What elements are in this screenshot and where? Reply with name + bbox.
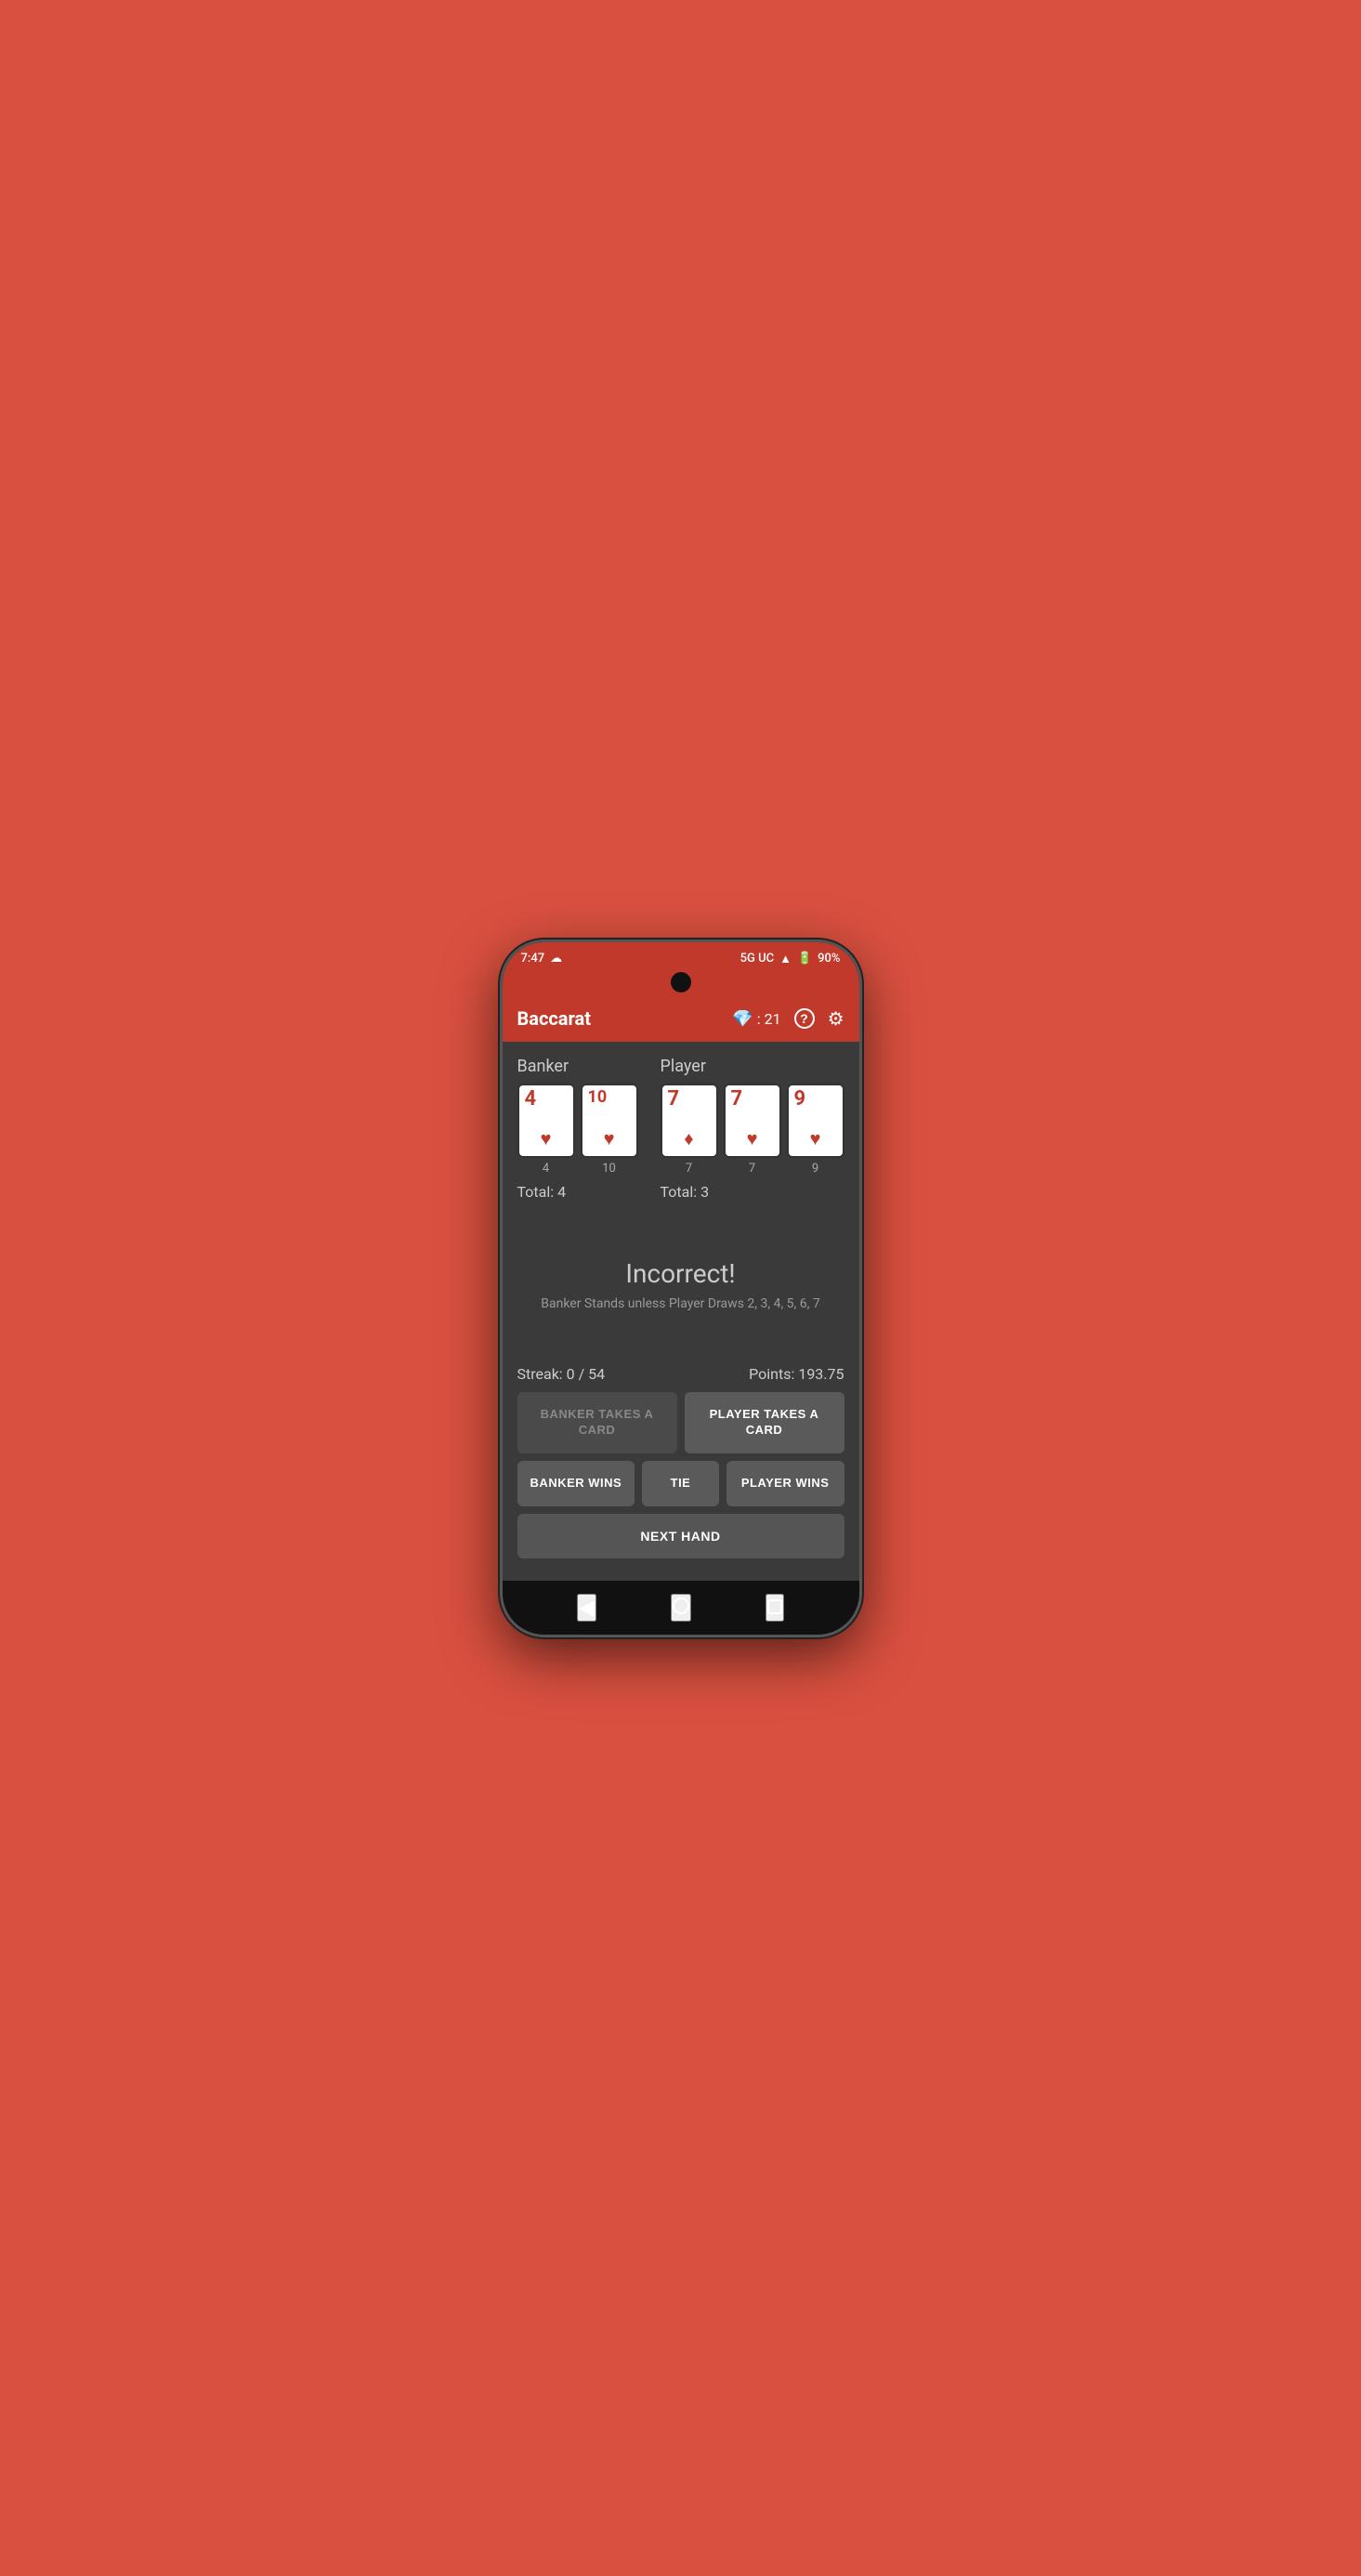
- camera-notch: [671, 972, 691, 992]
- app-bar: Baccarat 💎 : 21 ? ⚙: [503, 996, 859, 1042]
- player-num-1: 7: [724, 1162, 781, 1176]
- banker-cards-row: 4 ♥ 10 ♥: [517, 1084, 642, 1158]
- banker-wins-button[interactable]: BANKER WINS: [517, 1461, 635, 1506]
- player-card-0-value: 7: [668, 1089, 680, 1110]
- banker-card-1-suit: ♥: [604, 1127, 615, 1150]
- result-title: Incorrect!: [625, 1258, 735, 1289]
- streak-stat: Streak: 0 / 54: [517, 1365, 606, 1383]
- player-hand: Player 7 ♦ 7 ♥ 9 ♥: [661, 1057, 844, 1201]
- action-buttons-row2: BANKER WINS TIE PLAYER WINS: [517, 1461, 844, 1506]
- player-card-0: 7 ♦: [661, 1084, 718, 1158]
- notch-area: [503, 972, 859, 996]
- gem-value: 21: [765, 1010, 781, 1028]
- gear-icon: ⚙: [828, 1007, 844, 1031]
- player-card-1: 7 ♥: [724, 1084, 781, 1158]
- stats-row: Streak: 0 / 54 Points: 193.75: [517, 1354, 844, 1392]
- status-right: 5G UC ▲ 🔋 90%: [740, 952, 841, 966]
- app-bar-actions: 💎 : 21 ? ⚙: [732, 1007, 844, 1031]
- app-title: Baccarat: [517, 1007, 733, 1030]
- banker-hand: Banker 4 ♥ 10 ♥ 4 10: [517, 1057, 642, 1201]
- nav-bar: ◀: [503, 1581, 859, 1635]
- banker-label: Banker: [517, 1057, 642, 1076]
- banker-total: Total: 4: [517, 1183, 642, 1201]
- tie-label: TIE: [671, 1476, 691, 1490]
- status-time: 7:47: [521, 952, 545, 966]
- status-left: 7:47 ☁: [521, 952, 563, 966]
- status-bar: 7:47 ☁ 5G UC ▲ 🔋 90%: [503, 942, 859, 972]
- help-icon: ?: [794, 1008, 815, 1029]
- battery-level: 90%: [818, 952, 840, 966]
- player-card-2: 9 ♥: [787, 1084, 844, 1158]
- help-button[interactable]: ?: [794, 1008, 815, 1029]
- main-content: Banker 4 ♥ 10 ♥ 4 10: [503, 1042, 859, 1581]
- banker-num-1: 10: [581, 1162, 638, 1176]
- recent-icon: [767, 1599, 782, 1614]
- player-card-2-value: 9: [794, 1089, 806, 1110]
- cards-area: Banker 4 ♥ 10 ♥ 4 10: [517, 1057, 844, 1201]
- action-buttons-row1: BANKER TAKES A CARD PLAYER TAKES A CARD: [517, 1392, 844, 1453]
- result-area: Incorrect! Banker Stands unless Player D…: [517, 1216, 844, 1354]
- player-wins-button[interactable]: PLAYER WINS: [726, 1461, 844, 1506]
- next-hand-label: NEXT HAND: [640, 1529, 720, 1544]
- player-num-0: 7: [661, 1162, 718, 1176]
- back-icon: ◀: [579, 1596, 595, 1619]
- player-total: Total: 3: [661, 1183, 844, 1201]
- result-subtitle: Banker Stands unless Player Draws 2, 3, …: [541, 1296, 819, 1311]
- banker-num-0: 4: [517, 1162, 575, 1176]
- settings-button[interactable]: ⚙: [828, 1007, 844, 1031]
- home-icon: [673, 1597, 689, 1614]
- banker-card-0: 4 ♥: [517, 1084, 575, 1158]
- phone-frame: 7:47 ☁ 5G UC ▲ 🔋 90% Baccarat 💎 : 21: [500, 940, 862, 1637]
- phone-screen: 7:47 ☁ 5G UC ▲ 🔋 90% Baccarat 💎 : 21: [503, 942, 859, 1635]
- nav-recent-button[interactable]: [766, 1594, 784, 1622]
- player-takes-card-label: PLAYER TAKES A CARD: [710, 1407, 819, 1437]
- player-wins-label: PLAYER WINS: [741, 1476, 830, 1490]
- banker-card-nums: 4 10: [517, 1162, 642, 1176]
- tie-button[interactable]: TIE: [642, 1461, 718, 1506]
- nav-back-button[interactable]: ◀: [577, 1594, 596, 1622]
- next-hand-button[interactable]: NEXT HAND: [517, 1514, 844, 1558]
- volume-down-btn: [500, 1100, 502, 1142]
- player-card-nums: 7 7 9: [661, 1162, 844, 1176]
- player-label: Player: [661, 1057, 844, 1076]
- banker-card-0-value: 4: [525, 1089, 537, 1110]
- player-card-2-suit: ♥: [810, 1127, 821, 1150]
- player-takes-card-button[interactable]: PLAYER TAKES A CARD: [685, 1392, 844, 1453]
- player-cards-row: 7 ♦ 7 ♥ 9 ♥: [661, 1084, 844, 1158]
- network-label: 5G UC: [740, 952, 774, 966]
- gem-colon: :: [757, 1010, 761, 1028]
- player-num-2: 9: [787, 1162, 844, 1176]
- banker-takes-card-label: BANKER TAKES A CARD: [541, 1407, 654, 1437]
- battery-icon: 🔋: [797, 952, 812, 966]
- gem-score: 💎 : 21: [732, 1009, 780, 1029]
- player-card-0-suit: ♦: [684, 1127, 693, 1150]
- banker-wins-label: BANKER WINS: [530, 1476, 622, 1490]
- cloud-icon: ☁: [550, 952, 562, 966]
- signal-icon: ▲: [779, 952, 792, 966]
- points-stat: Points: 193.75: [749, 1365, 844, 1383]
- player-card-1-value: 7: [731, 1089, 743, 1110]
- player-card-1-suit: ♥: [747, 1127, 758, 1150]
- banker-takes-card-button[interactable]: BANKER TAKES A CARD: [517, 1392, 677, 1453]
- power-btn: [860, 1082, 862, 1133]
- gem-icon: 💎: [732, 1009, 752, 1029]
- banker-card-1: 10 ♥: [581, 1084, 638, 1158]
- nav-home-button[interactable]: [671, 1594, 691, 1622]
- volume-up-btn: [500, 1063, 502, 1091]
- banker-card-0-suit: ♥: [541, 1127, 552, 1150]
- banker-card-1-value: 10: [588, 1089, 608, 1106]
